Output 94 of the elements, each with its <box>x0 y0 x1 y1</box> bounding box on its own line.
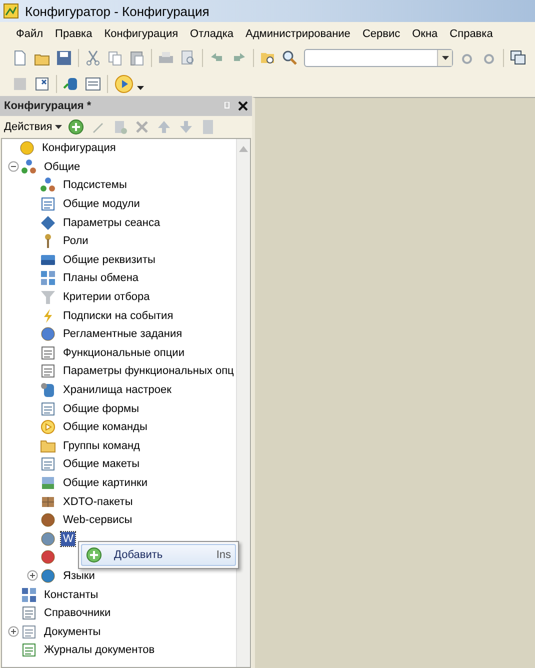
menu-item[interactable]: Справка <box>450 28 493 40</box>
tree-item[interactable]: Параметры функциональных опц <box>61 364 236 378</box>
scroll-up-icon[interactable] <box>238 146 248 152</box>
close-icon[interactable] <box>238 101 248 111</box>
list-icon <box>40 344 56 361</box>
shortcut-label: Ins <box>216 549 231 561</box>
tree-item[interactable]: Общие реквизиты <box>61 252 158 267</box>
image-icon <box>40 474 56 491</box>
tree-item[interactable]: Параметры сеанса <box>61 216 162 230</box>
menu-label: Добавить <box>114 549 164 561</box>
tree-item[interactable]: Общие картинки <box>61 476 150 490</box>
database-icon[interactable] <box>63 76 79 92</box>
tree-item[interactable]: Группы команд <box>61 438 142 453</box>
add-icon[interactable] <box>68 119 84 135</box>
menu-item[interactable]: Правка <box>55 28 92 40</box>
context-menu-item[interactable]: Добавить Ins <box>81 544 236 566</box>
play-icon <box>40 419 56 436</box>
menu-item[interactable]: Администрирование <box>246 28 350 40</box>
search-icon[interactable] <box>282 50 298 66</box>
move-up-icon[interactable] <box>156 119 172 135</box>
list-icon <box>40 363 56 380</box>
tree-item[interactable]: Документы <box>42 624 103 639</box>
new-document-icon[interactable] <box>12 50 28 66</box>
tree-item[interactable]: Хранилища настроек <box>61 383 174 398</box>
app-icon <box>3 3 19 19</box>
tree-item[interactable]: Общие <box>42 160 82 174</box>
folder-icon <box>40 438 56 454</box>
tree-item[interactable]: XDTO-пакеты <box>61 494 135 509</box>
pin-icon[interactable] <box>224 102 230 110</box>
tree-item[interactable]: Общие формы <box>61 402 141 416</box>
document-icon <box>40 456 56 472</box>
document-icon <box>40 400 56 417</box>
actions-menu-button[interactable]: Действия <box>4 121 62 133</box>
menu-item[interactable]: Сервис <box>362 28 400 40</box>
document-icon <box>21 642 37 658</box>
tree-item[interactable]: Справочники <box>42 606 113 620</box>
document-icon <box>21 624 37 640</box>
tree-item[interactable]: Общие макеты <box>61 457 142 472</box>
nodes-icon <box>21 158 37 175</box>
dropdown-arrow-icon <box>442 56 448 60</box>
add-icon <box>86 547 102 563</box>
window-title: Конфигуратор - Конфигурация <box>25 4 210 18</box>
tree-item[interactable]: Функциональные опции <box>61 346 186 360</box>
play-icon[interactable] <box>114 74 134 94</box>
tree-item[interactable]: Подсистемы <box>61 178 129 192</box>
tree-item[interactable]: Языки <box>61 568 97 583</box>
tree-item[interactable]: W <box>61 532 76 546</box>
copy-icon[interactable] <box>112 119 128 135</box>
tree-item[interactable]: Журналы документов <box>42 643 157 658</box>
funnel-icon <box>40 289 56 306</box>
expand-icon[interactable] <box>8 626 19 638</box>
windows-icon[interactable] <box>510 50 526 66</box>
paste-icon[interactable] <box>129 50 145 66</box>
blocks-icon <box>40 270 56 286</box>
tree-item[interactable]: Константы <box>42 588 100 602</box>
tree-item[interactable]: Регламентные задания <box>61 327 184 342</box>
globe-icon <box>40 512 56 528</box>
globe-icon <box>19 140 35 156</box>
tree-item[interactable]: Подписки на события <box>61 308 176 323</box>
expand-icon[interactable] <box>27 570 38 582</box>
move-down-icon[interactable] <box>178 119 194 135</box>
blocks-icon <box>21 586 37 603</box>
tree-item[interactable]: Роли <box>61 234 90 248</box>
caret-icon[interactable] <box>137 86 144 90</box>
panel-title: Конфигурация * <box>4 100 92 112</box>
cut-icon[interactable] <box>85 50 101 66</box>
diamond-icon <box>40 214 56 231</box>
preview-icon[interactable] <box>180 50 196 66</box>
globe-icon <box>40 530 56 547</box>
copy-icon[interactable] <box>107 50 123 66</box>
menu-item[interactable]: Окна <box>412 28 438 40</box>
folder-search-icon[interactable] <box>260 50 276 66</box>
tree-item[interactable]: Общие команды <box>61 420 150 434</box>
caret-icon <box>55 125 62 129</box>
tree-item[interactable]: Web-сервисы <box>61 513 134 528</box>
menu-item[interactable]: Отладка <box>190 28 234 40</box>
search-combo-field[interactable] <box>304 49 453 67</box>
delete-icon[interactable] <box>134 119 150 135</box>
print-icon[interactable] <box>158 50 174 66</box>
tree-item[interactable]: Планы обмена <box>61 271 141 286</box>
nodes-icon <box>40 177 56 194</box>
form-icon[interactable] <box>85 76 101 92</box>
scrollbar[interactable] <box>236 139 250 667</box>
tree-item[interactable]: Конфигурация <box>40 141 118 156</box>
document-icon <box>40 196 56 212</box>
menu-item[interactable]: Файл <box>16 28 44 40</box>
compare-icon[interactable] <box>34 76 50 92</box>
collapse-icon[interactable] <box>8 161 19 172</box>
save-icon[interactable] <box>56 50 72 66</box>
database-icon <box>40 382 56 398</box>
menu-item[interactable]: Конфигурация <box>104 28 178 40</box>
globe-icon <box>40 568 56 584</box>
tree-item[interactable]: Общие модули <box>61 197 142 212</box>
tree-item[interactable]: Критерии отбора <box>61 290 152 304</box>
